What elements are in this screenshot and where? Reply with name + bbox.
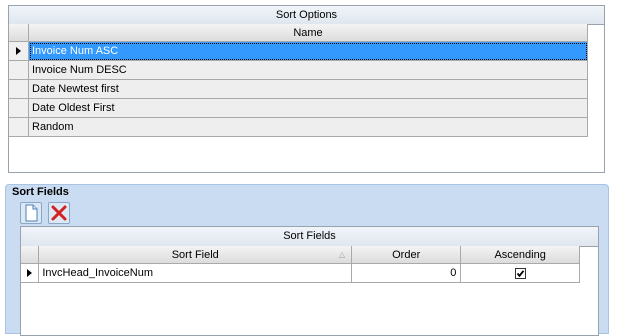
grid-header-row: Sort Field △ Order Ascending — [21, 246, 580, 264]
sort-field-cell[interactable]: InvcHead_InvoiceNum — [39, 264, 353, 283]
current-row-arrow-icon — [16, 47, 21, 55]
sort-option-row[interactable]: Invoice Num DESC — [9, 61, 588, 80]
row-selector-header — [21, 246, 40, 264]
sort-fields-group-title: Sort Fields — [12, 186, 69, 198]
sort-options-grid: Name Invoice Num ASC Invoice Num DESC Da… — [9, 24, 588, 137]
row-selector-header — [9, 24, 29, 42]
delete-x-icon — [51, 205, 67, 221]
new-sort-field-button[interactable] — [20, 202, 42, 224]
grid-header-row: Name — [9, 24, 588, 42]
sort-options-panel: Sort Options Name Invoice Num ASC Invoic… — [8, 5, 605, 173]
ascending-cell[interactable] — [461, 264, 580, 283]
column-header-order[interactable]: Order — [352, 246, 462, 264]
column-header-sort-field-label: Sort Field — [171, 249, 219, 261]
sort-field-row[interactable]: InvcHead_InvoiceNum 0 — [21, 264, 580, 283]
row-selector[interactable] — [9, 61, 29, 80]
sort-option-row[interactable]: Date Oldest First — [9, 99, 588, 118]
column-header-name[interactable]: Name — [29, 24, 588, 42]
sort-fields-panel: Sort Fields Sort Field △ Order Ascending… — [20, 226, 599, 336]
sort-option-name-cell[interactable]: Random — [29, 118, 588, 137]
sort-option-name-cell[interactable]: Invoice Num ASC — [29, 42, 588, 61]
column-header-ascending[interactable]: Ascending — [461, 246, 580, 264]
sort-option-row[interactable]: Random — [9, 118, 588, 137]
new-document-icon — [25, 204, 38, 222]
sort-option-name-cell[interactable]: Date Newtest first — [29, 80, 588, 99]
current-row-arrow-icon — [27, 269, 32, 277]
row-selector[interactable] — [9, 118, 29, 137]
sort-option-row[interactable]: Date Newtest first — [9, 80, 588, 99]
row-selector[interactable] — [9, 99, 29, 118]
row-selector[interactable] — [9, 42, 29, 61]
sort-fields-caption: Sort Fields — [21, 227, 598, 247]
sort-ascending-icon: △ — [338, 250, 346, 259]
column-header-sort-field[interactable]: Sort Field △ — [39, 246, 353, 264]
sort-fields-grid: Sort Field △ Order Ascending InvcHead_In… — [21, 246, 580, 283]
sort-option-row[interactable]: Invoice Num ASC — [9, 42, 588, 61]
sort-option-name-cell[interactable]: Date Oldest First — [29, 99, 588, 118]
order-cell[interactable]: 0 — [352, 264, 462, 283]
checkmark-icon — [516, 269, 524, 277]
delete-sort-field-button[interactable] — [48, 202, 70, 224]
sort-option-name-cell[interactable]: Invoice Num DESC — [29, 61, 588, 80]
row-selector[interactable] — [21, 264, 40, 283]
ascending-checkbox[interactable] — [514, 267, 526, 279]
row-selector[interactable] — [9, 80, 29, 99]
sort-options-caption: Sort Options — [9, 6, 604, 25]
